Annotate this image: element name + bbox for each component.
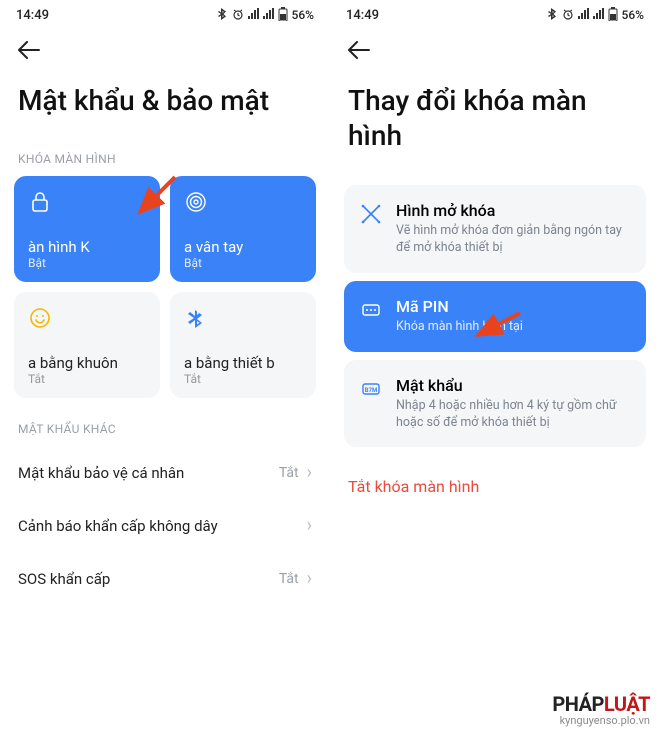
option-title: Hình mở khóa <box>396 201 630 220</box>
option-desc: Nhập 4 hoặc nhiều hơn 4 ký tự gồm chữ ho… <box>396 398 630 432</box>
chevron-right-icon: › <box>307 568 312 589</box>
option-password[interactable]: B7M Mật khẩu Nhập 4 hoặc nhiều hơn 4 ký … <box>344 360 646 448</box>
phone-left: 14:49 56% <box>0 0 330 733</box>
page-title: Thay đổi khóa màn hình <box>330 69 660 163</box>
signal-icon-2 <box>263 8 274 22</box>
card-title: a bằng thiết b <box>184 354 302 372</box>
card-screen-lock[interactable]: àn hình K Bật <box>14 176 160 282</box>
disable-screen-lock[interactable]: Tắt khóa màn hình <box>330 455 660 518</box>
chevron-right-icon: › <box>307 515 312 536</box>
card-bluetooth-device[interactable]: a bằng thiết b Tắt <box>170 292 316 398</box>
face-icon <box>28 306 52 330</box>
svg-text:B7M: B7M <box>365 387 378 394</box>
page-title: Mật khẩu & bảo mật <box>0 69 330 128</box>
fingerprint-icon <box>184 190 208 214</box>
battery-percent: 56% <box>292 8 314 22</box>
item-sos[interactable]: SOS khẩn cấp Tắt › <box>0 552 330 605</box>
pattern-icon <box>360 203 382 225</box>
card-status: Tắt <box>184 372 302 386</box>
bluetooth-icon <box>218 8 228 23</box>
card-title: a vân tay <box>184 238 302 256</box>
option-pin[interactable]: Mã PIN Khóa màn hình hiện tại <box>344 281 646 352</box>
card-status: Bật <box>184 256 302 270</box>
status-icons: 56% <box>218 7 314 24</box>
card-status: Tắt <box>28 372 146 386</box>
list-item-value: Tắt <box>279 465 299 481</box>
alarm-icon <box>562 8 574 23</box>
watermark-site: kynguyenso.plo.vn <box>552 715 650 727</box>
status-bar: 14:49 56% <box>330 0 660 30</box>
signal-icon <box>578 8 589 22</box>
back-button[interactable] <box>348 40 370 65</box>
lock-cards: àn hình K Bật a vân tay Bật a <box>0 176 330 398</box>
option-title: Mã PIN <box>396 297 630 316</box>
list-item-value: Tắt <box>279 571 299 587</box>
card-face[interactable]: a bằng khuôn Tắt <box>14 292 160 398</box>
battery-icon <box>608 7 618 24</box>
alarm-icon <box>232 8 244 23</box>
item-wireless-alert[interactable]: Cảnh báo khẩn cấp không dây › <box>0 499 330 552</box>
bluetooth-icon <box>184 306 208 330</box>
battery-icon <box>278 7 288 24</box>
lock-icon <box>28 190 52 214</box>
card-status: Bật <box>28 256 146 270</box>
watermark-brand-2: LUẬT <box>604 692 650 716</box>
option-desc: Khóa màn hình hiện tại <box>396 319 630 336</box>
list-item-label: Mật khẩu bảo vệ cá nhân <box>18 464 184 482</box>
back-button[interactable] <box>18 40 40 65</box>
bluetooth-icon <box>548 8 558 23</box>
watermark-brand-1: PHÁP <box>552 692 604 716</box>
battery-percent: 56% <box>622 8 644 22</box>
card-fingerprint[interactable]: a vân tay Bật <box>170 176 316 282</box>
option-desc: Vẽ hình mở khóa đơn giản bằng ngón tay đ… <box>396 223 630 257</box>
status-bar: 14:49 56% <box>0 0 330 30</box>
signal-icon <box>248 8 259 22</box>
list-item-label: SOS khẩn cấp <box>18 570 110 588</box>
password-icon: B7M <box>360 378 382 400</box>
option-pattern[interactable]: Hình mở khóa Vẽ hình mở khóa đơn giản bằ… <box>344 185 646 273</box>
watermark: PHÁPLUẬT kynguyenso.plo.vn <box>552 693 650 727</box>
signal-icon-2 <box>593 8 604 22</box>
status-time: 14:49 <box>16 8 49 23</box>
pin-icon <box>360 299 382 321</box>
section-screen-lock: KHÓA MÀN HÌNH <box>0 128 330 176</box>
item-privacy-password[interactable]: Mật khẩu bảo vệ cá nhân Tắt › <box>0 446 330 499</box>
card-title: a bằng khuôn <box>28 354 146 372</box>
status-icons: 56% <box>548 7 644 24</box>
list-item-label: Cảnh báo khẩn cấp không dây <box>18 517 218 535</box>
status-time: 14:49 <box>346 8 379 23</box>
section-other-passwords: MẬT KHẨU KHÁC <box>0 398 330 446</box>
option-title: Mật khẩu <box>396 376 630 395</box>
phone-right: 14:49 56% <box>330 0 660 733</box>
card-title: àn hình K <box>28 238 146 256</box>
chevron-right-icon: › <box>307 462 312 483</box>
